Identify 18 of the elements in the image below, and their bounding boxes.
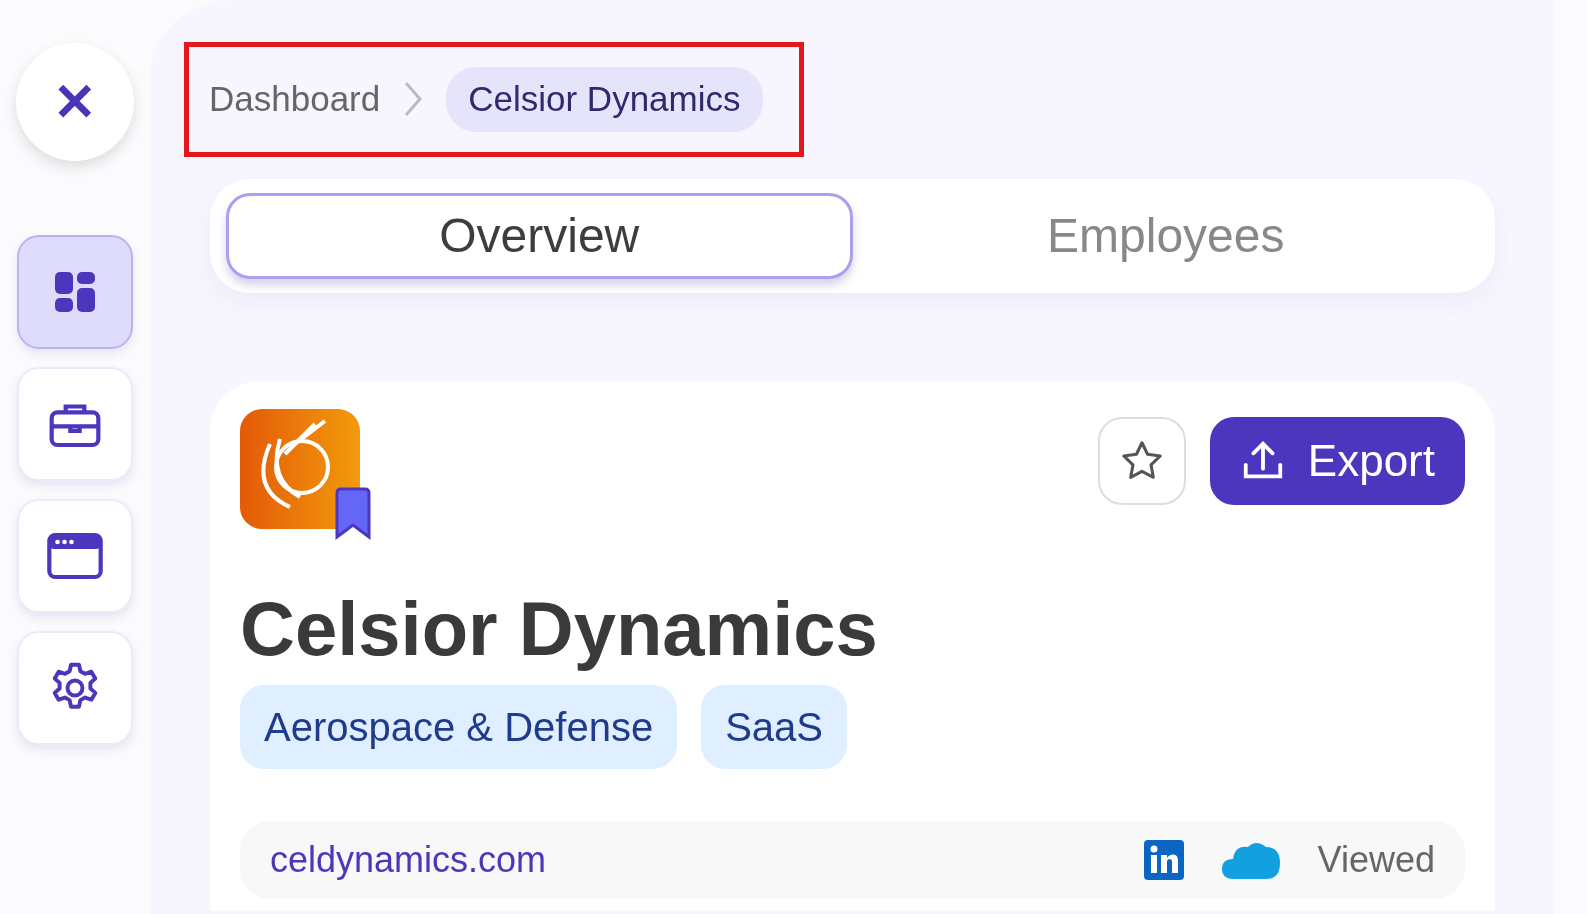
settings-nav-button[interactable]	[17, 631, 133, 745]
swirl-logo-icon	[261, 418, 330, 509]
industry-tag: Aerospace & Defense	[240, 684, 678, 769]
close-button[interactable]: ✕	[16, 43, 134, 161]
browser-window-nav-button[interactable]	[17, 499, 133, 613]
linkedin-icon[interactable]	[1143, 839, 1184, 880]
dashboard-nav-button[interactable]	[17, 235, 133, 349]
briefcase-nav-button[interactable]	[17, 367, 133, 481]
tab[interactable]: Overview	[226, 192, 853, 279]
breadcrumb-current: Celsior Dynamics	[446, 67, 763, 132]
export-button[interactable]: Export	[1209, 416, 1465, 505]
website-link[interactable]: celdynamics.com	[270, 839, 547, 880]
favorite-button[interactable]	[1097, 416, 1186, 505]
breadcrumb-link[interactable]: Dashboard	[209, 73, 381, 126]
viewed-status: Viewed	[1317, 839, 1435, 880]
browser-window-icon	[47, 532, 103, 580]
tab[interactable]: Employees	[852, 192, 1479, 279]
industry-tag: SaaS	[701, 684, 847, 769]
